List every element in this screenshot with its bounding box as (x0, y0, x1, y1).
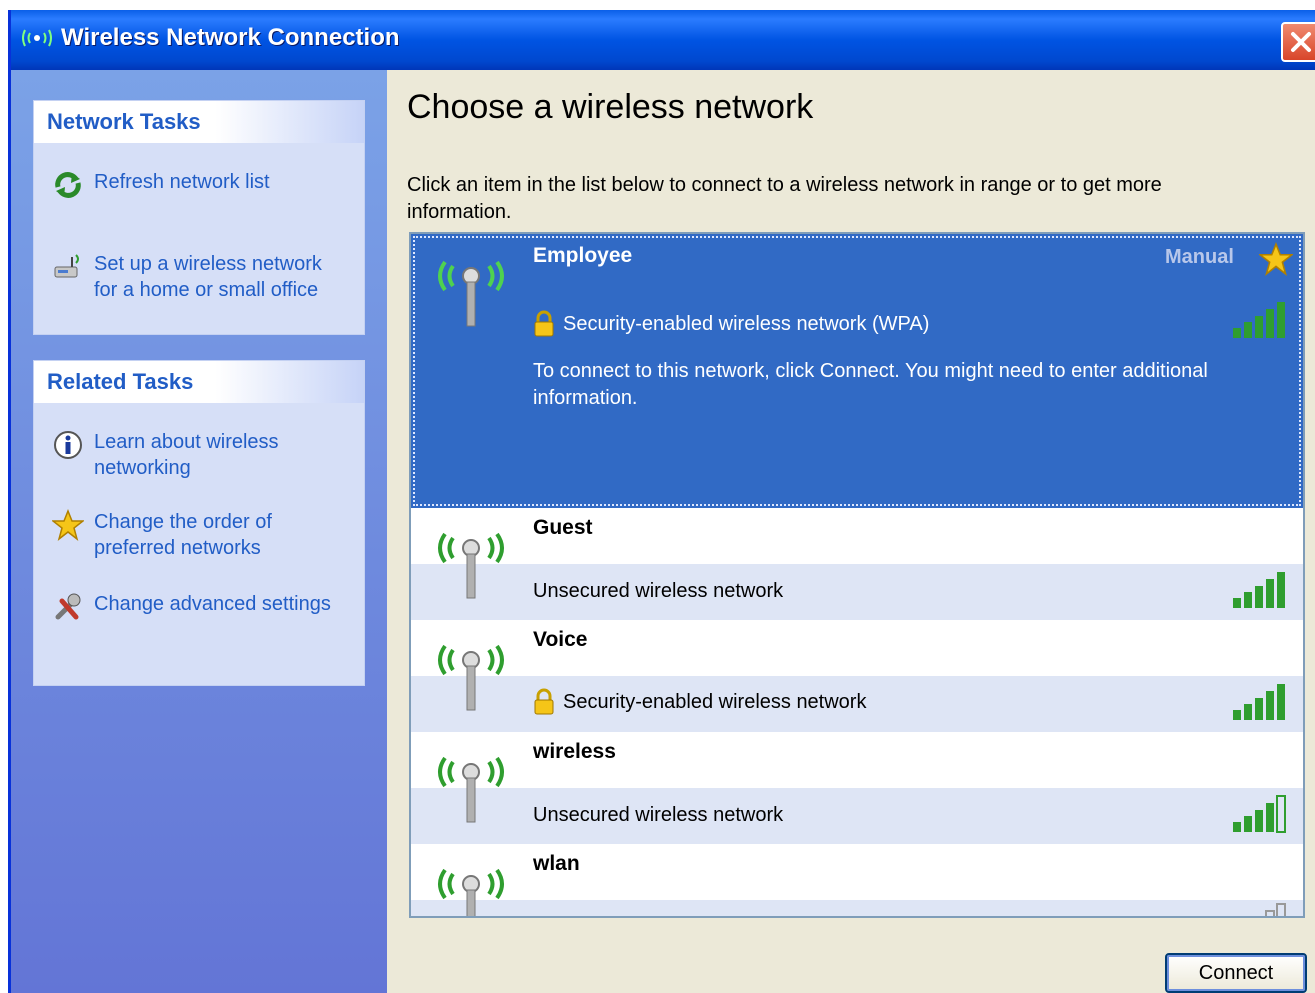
network-name: Guest (533, 516, 593, 539)
task-pane: Network Tasks Refresh network list Set u… (11, 70, 387, 993)
learn-about-wireless-link[interactable]: Learn about wireless networking (52, 429, 346, 481)
network-item-voice[interactable]: Voice Security-enabled wireless network (411, 620, 1303, 732)
setup-wireless-network-label: Set up a wireless network for a home or … (94, 253, 322, 301)
wireless-antenna-icon (438, 260, 504, 327)
related-tasks-header[interactable]: Related Tasks (34, 361, 364, 403)
change-preferred-order-label: Change the order of preferred networks (94, 511, 272, 559)
setup-wireless-icon (54, 254, 79, 278)
learn-about-wireless-label: Learn about wireless networking (94, 431, 279, 479)
row-band (411, 900, 1303, 916)
info-icon (54, 431, 82, 459)
wireless-network-connection-window: Wireless Network Connection Network Task… (8, 10, 1315, 993)
network-name: Voice (533, 628, 588, 651)
network-item-guest[interactable]: Guest Unsecured wireless network (411, 508, 1303, 620)
window-title: Wireless Network Connection (61, 24, 400, 51)
main-content: Choose a wireless network Click an item … (387, 70, 1315, 993)
security-label: Security-enabled wireless network (563, 690, 867, 713)
title-bar[interactable]: Wireless Network Connection (11, 10, 1315, 70)
close-icon (1291, 32, 1311, 52)
connect-info-text: To connect to this network, click Connec… (533, 360, 1208, 409)
connect-button[interactable]: Connect (1165, 953, 1307, 993)
lock-icon (534, 310, 554, 337)
related-tasks-title: Related Tasks (47, 369, 194, 394)
security-status: Unsecured wireless network (533, 804, 783, 827)
network-item-wireless[interactable]: wireless Unsecured wireless network (411, 732, 1303, 844)
tools-icon (55, 593, 81, 620)
preferred-star-icon (1259, 242, 1293, 276)
signal-strength-icon (1233, 684, 1285, 720)
page-title: Choose a wireless network (407, 88, 814, 126)
change-advanced-settings-label: Change advanced settings (94, 593, 331, 615)
network-item-employee[interactable]: Employee Manual Security-enabled wireles… (411, 234, 1303, 508)
signal-strength-icon (1233, 795, 1286, 833)
signal-strength-icon (1233, 302, 1285, 338)
security-status: Security-enabled wireless network (WPA) (533, 310, 929, 338)
network-item-wlan[interactable]: wlan (411, 844, 1303, 916)
network-name: wlan (533, 852, 580, 875)
wireless-antenna-icon (438, 868, 504, 916)
close-button[interactable] (1281, 22, 1315, 62)
network-tasks-panel: Network Tasks Refresh network list Set u… (33, 100, 365, 335)
wireless-antenna-icon (438, 756, 504, 823)
network-list[interactable]: Employee Manual Security-enabled wireles… (409, 232, 1305, 918)
security-status: Unsecured wireless network (533, 580, 783, 603)
change-preferred-order-link[interactable]: Change the order of preferred networks (52, 509, 346, 561)
refresh-network-list-label: Refresh network list (94, 171, 270, 193)
wireless-antenna-icon (438, 532, 504, 599)
wireless-antenna-icon (438, 644, 504, 711)
change-advanced-settings-link[interactable]: Change advanced settings (52, 591, 346, 623)
network-tasks-title: Network Tasks (47, 109, 201, 134)
setup-wireless-network-link[interactable]: Set up a wireless network for a home or … (52, 251, 346, 303)
security-status: Security-enabled wireless network (533, 688, 866, 716)
wireless-antenna-icon (22, 29, 52, 47)
signal-strength-icon (1265, 903, 1286, 916)
network-name: Employee (533, 244, 633, 267)
refresh-network-list-link[interactable]: Refresh network list (52, 169, 346, 201)
security-label: Unsecured wireless network (533, 804, 784, 826)
network-tasks-header[interactable]: Network Tasks (34, 101, 364, 143)
star-icon (52, 509, 84, 541)
security-label: Unsecured wireless network (533, 580, 784, 602)
refresh-icon (55, 172, 81, 198)
network-name: wireless (533, 740, 616, 763)
lock-icon (534, 688, 554, 715)
manual-badge: Manual (1165, 246, 1234, 268)
security-label: Security-enabled wireless network (WPA) (563, 312, 930, 335)
instruction-text: Click an item in the list below to conne… (407, 174, 1162, 223)
related-tasks-panel: Related Tasks Learn about wireless netwo… (33, 360, 365, 686)
signal-strength-icon (1233, 572, 1285, 608)
